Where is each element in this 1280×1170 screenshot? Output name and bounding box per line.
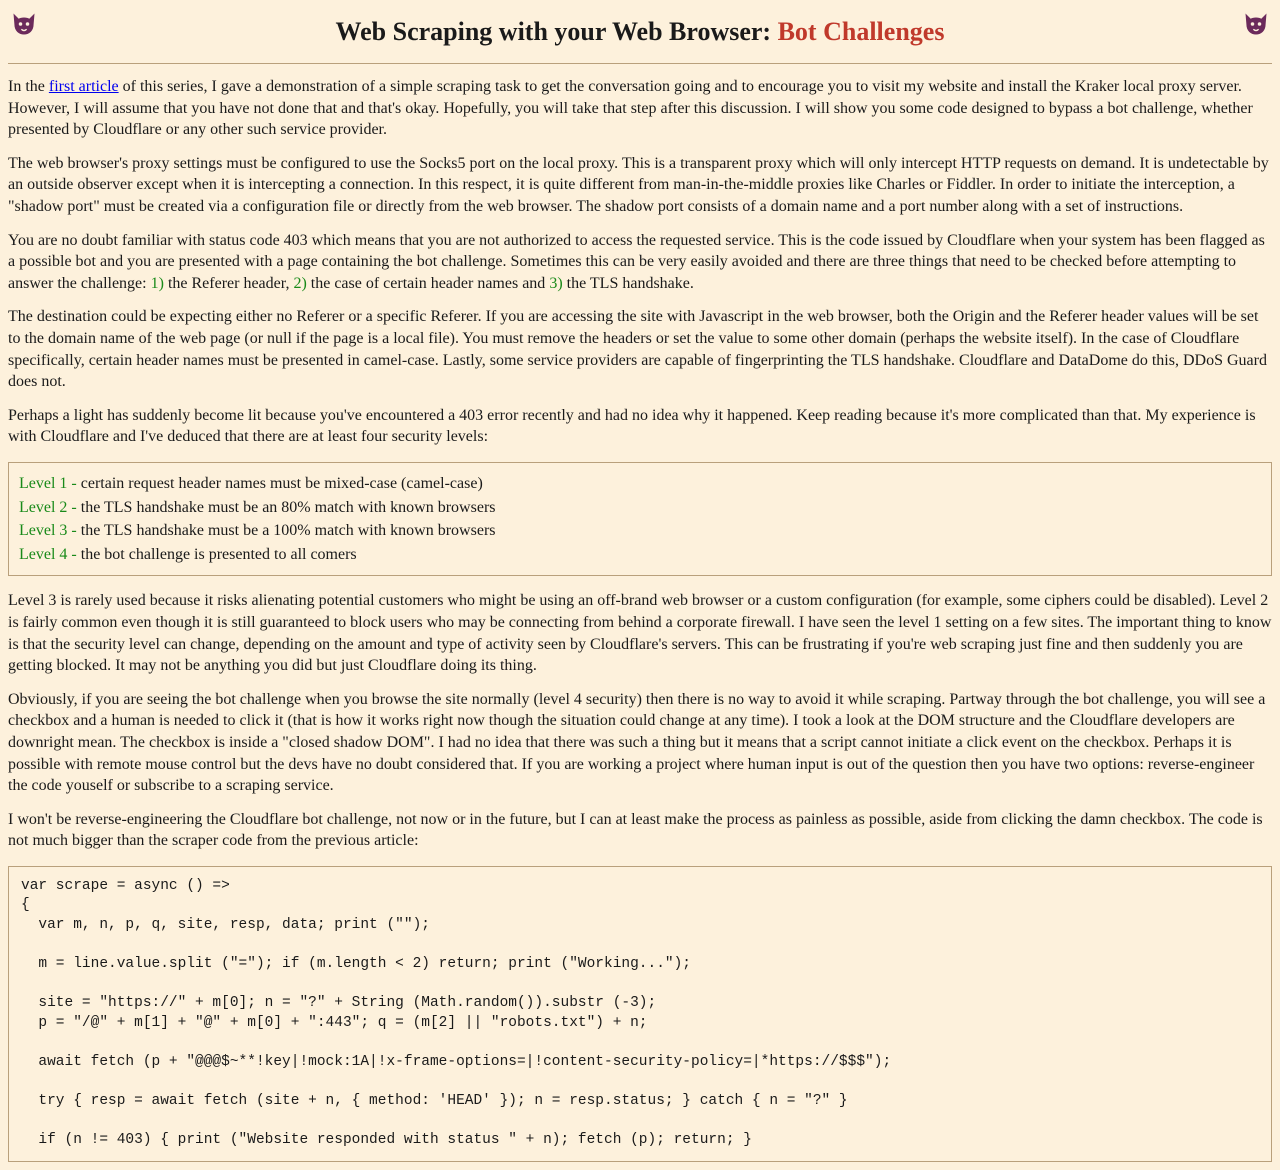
paragraph-intro: In the first article of this series, I g… bbox=[8, 76, 1272, 141]
divider bbox=[8, 63, 1272, 64]
cat-icon bbox=[10, 10, 38, 38]
text: the case of certain header names and bbox=[307, 275, 550, 292]
level-row: Level 3 - the TLS handshake must be a 10… bbox=[19, 520, 1261, 542]
text: the Referer header, bbox=[164, 275, 294, 292]
cat-icon bbox=[1242, 10, 1270, 38]
level-label: Level 4 - bbox=[19, 546, 81, 563]
paragraph-checks: You are no doubt familiar with status co… bbox=[8, 230, 1272, 295]
text: the TLS handshake. bbox=[563, 275, 694, 292]
paragraph: The web browser's proxy settings must be… bbox=[8, 153, 1272, 218]
level-text: the TLS handshake must be an 80% match w… bbox=[81, 499, 496, 516]
level-row: Level 4 - the bot challenge is presented… bbox=[19, 544, 1261, 566]
level-text: the TLS handshake must be a 100% match w… bbox=[81, 522, 496, 539]
title-emphasis: Bot Challenges bbox=[778, 17, 945, 46]
paragraph: I won't be reverse-engineering the Cloud… bbox=[8, 809, 1272, 852]
list-number: 1) bbox=[151, 275, 164, 292]
text: In the bbox=[8, 78, 49, 95]
paragraph: Perhaps a light has suddenly become lit … bbox=[8, 405, 1272, 448]
level-label: Level 3 - bbox=[19, 522, 81, 539]
page-title: Web Scraping with your Web Browser: Bot … bbox=[8, 14, 1272, 49]
text: of this series, I gave a demonstration o… bbox=[8, 78, 1253, 138]
paragraph: The destination could be expecting eithe… bbox=[8, 306, 1272, 392]
level-row: Level 2 - the TLS handshake must be an 8… bbox=[19, 497, 1261, 519]
code-block: var scrape = async () => { var m, n, p, … bbox=[8, 866, 1272, 1162]
levels-box: Level 1 - certain request header names m… bbox=[8, 462, 1272, 576]
list-number: 2) bbox=[293, 275, 306, 292]
paragraph: Obviously, if you are seeing the bot cha… bbox=[8, 689, 1272, 797]
page-header: Web Scraping with your Web Browser: Bot … bbox=[8, 8, 1272, 59]
level-text: certain request header names must be mix… bbox=[81, 475, 483, 492]
title-plain: Web Scraping with your Web Browser: bbox=[336, 17, 778, 46]
paragraph: Level 3 is rarely used because it risks … bbox=[8, 590, 1272, 676]
level-row: Level 1 - certain request header names m… bbox=[19, 473, 1261, 495]
level-label: Level 1 - bbox=[19, 475, 81, 492]
list-number: 3) bbox=[549, 275, 562, 292]
first-article-link[interactable]: first article bbox=[49, 78, 119, 95]
level-label: Level 2 - bbox=[19, 499, 81, 516]
level-text: the bot challenge is presented to all co… bbox=[81, 546, 357, 563]
